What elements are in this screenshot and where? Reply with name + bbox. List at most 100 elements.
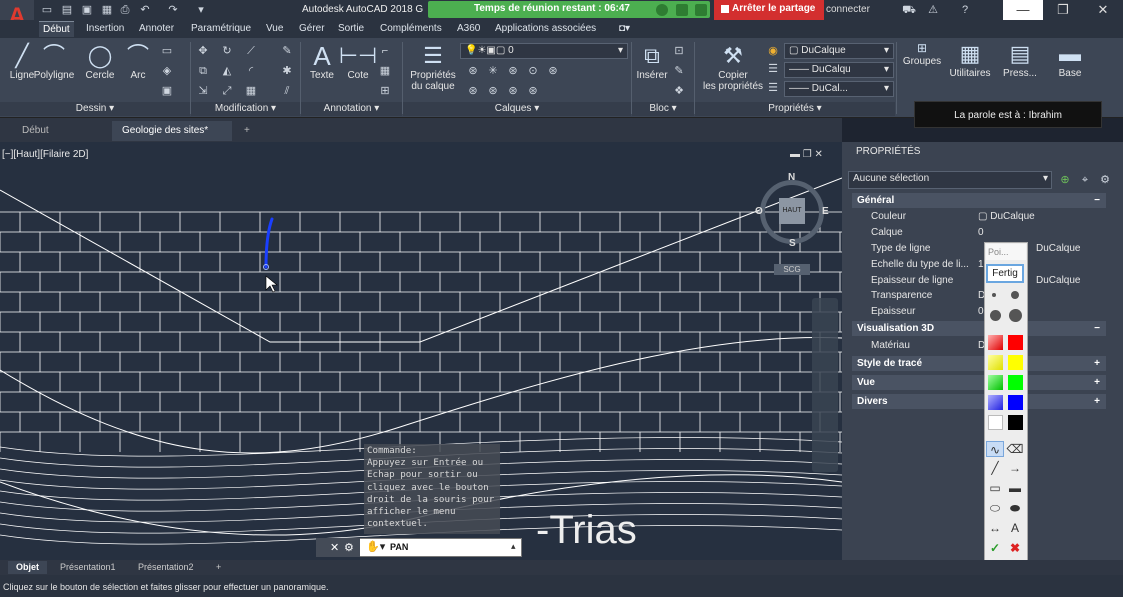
color-swatch-light-yellow[interactable] — [988, 355, 1003, 370]
polyligne-tool[interactable]: ⌒ Polyligne — [32, 42, 76, 81]
ellipse-draw-icon[interactable]: ⬭ — [986, 500, 1004, 516]
redo-icon[interactable]: ↷ — [166, 3, 180, 17]
arrow-draw-icon[interactable]: → — [1006, 460, 1024, 476]
stretch-icon[interactable]: ⇲ — [196, 84, 210, 98]
ucs-dropdown[interactable]: SCG — [774, 264, 810, 275]
rectangle-draw-icon[interactable]: ▭ — [986, 480, 1004, 496]
rectangle-icon[interactable]: ▭ — [160, 44, 174, 58]
help-icon[interactable]: ? — [958, 3, 972, 17]
panel-label-annotation[interactable]: Annotation ▾ — [301, 102, 402, 116]
layer-delete-icon[interactable]: ⊛ — [506, 84, 520, 98]
navigation-bar[interactable] — [812, 298, 838, 472]
section-vue[interactable]: Vue + — [852, 375, 1106, 390]
edit-block-icon[interactable]: ✎ — [672, 64, 686, 78]
cross-icon[interactable]: ✖ — [1006, 540, 1024, 556]
more-options-icon[interactable] — [695, 4, 707, 16]
print-icon[interactable]: ⎙ — [118, 3, 132, 17]
done-button[interactable]: Fertig — [986, 264, 1024, 283]
utilitaires-tool[interactable]: ▦ Utilitaires — [946, 40, 994, 79]
tab-gerer[interactable]: Gérer — [295, 21, 329, 37]
color-swatch-light-blue[interactable] — [988, 395, 1003, 410]
prop-value-epaisseur-ligne[interactable]: DuCalque — [1036, 275, 1080, 286]
layer-state-icon[interactable]: ⊛ — [526, 84, 540, 98]
lineweight-dropdown[interactable]: —— DuCal... ▾ — [784, 81, 894, 97]
compass-east[interactable]: E — [822, 206, 829, 217]
quick-select-icon[interactable]: ⊕ — [1058, 173, 1072, 187]
presse-papiers-tool[interactable]: ▤ Press... — [998, 40, 1042, 79]
color-swatch-yellow[interactable] — [1008, 355, 1023, 370]
panel-label-bloc[interactable]: Bloc ▾ — [632, 102, 694, 116]
mirror-icon[interactable]: ◭ — [220, 64, 234, 78]
color-swatch-light-green[interactable] — [988, 375, 1003, 390]
prop-value-type-ligne[interactable]: DuCalque — [1036, 243, 1080, 254]
command-expand-icon[interactable]: ▴ — [511, 541, 516, 552]
close-command-icon[interactable]: ✕ — [330, 541, 339, 554]
save-as-icon[interactable]: ▦ — [100, 3, 114, 17]
folder-open-icon[interactable]: ▤ — [60, 3, 74, 17]
tab-debut[interactable]: Début — [39, 21, 74, 37]
text-tool-icon[interactable]: A — [1006, 520, 1024, 536]
layer-properties-tool[interactable]: ☰ Propriétés du calque — [408, 42, 458, 92]
line-draw-icon[interactable]: ╱ — [986, 460, 1004, 476]
save-icon[interactable]: ▣ — [80, 3, 94, 17]
section-divers[interactable]: Divers + — [852, 394, 1106, 409]
panel-label-modification[interactable]: Modification ▾ — [191, 102, 300, 116]
double-arrow-icon[interactable]: ↔ — [986, 520, 1004, 536]
tab-complements[interactable]: Compléments — [376, 21, 446, 37]
groupes-tool[interactable]: ⊞ Groupes — [900, 40, 944, 67]
layer-match-icon[interactable]: ⊛ — [546, 64, 560, 78]
tab-sortie[interactable]: Sortie — [334, 21, 368, 37]
move-icon[interactable]: ✥ — [196, 44, 210, 58]
layer-freeze-icon[interactable]: ✳ — [486, 64, 500, 78]
panel-label-calques[interactable]: Calques ▾ — [403, 102, 631, 116]
color-dropdown[interactable]: ▢ DuCalque ▾ — [784, 43, 894, 59]
layer-off-icon[interactable]: ⊛ — [466, 64, 480, 78]
rotate-icon[interactable]: ↻ — [220, 44, 234, 58]
tab-vue[interactable]: Vue — [262, 21, 287, 37]
cote-tool[interactable]: ⊢⊣ Cote — [336, 42, 380, 81]
filled-rectangle-icon[interactable]: ▬ — [1006, 480, 1024, 496]
more-icon[interactable]: ▾ — [194, 3, 208, 17]
wrench-icon[interactable]: ⚙ — [344, 541, 354, 554]
table-icon[interactable]: ▦ — [378, 64, 392, 78]
viewport-window-controls[interactable]: ▬ ❐ ✕ — [790, 149, 823, 160]
compass-south[interactable]: S — [789, 238, 796, 249]
large-dot-size[interactable] — [990, 310, 1001, 321]
small-dot-size[interactable] — [992, 293, 996, 297]
section-general[interactable]: Général − — [852, 193, 1106, 208]
new-tab-button[interactable]: + — [234, 121, 260, 141]
color-swatch-white[interactable] — [988, 415, 1003, 430]
color-swatch-red[interactable] — [1008, 335, 1023, 350]
close-button[interactable]: ✕ — [1083, 0, 1123, 20]
check-circle-icon[interactable] — [656, 4, 668, 16]
tab-insertion[interactable]: Insertion — [82, 21, 128, 37]
selection-dropdown[interactable]: Aucune sélection ▾ — [848, 171, 1052, 189]
checkmark-icon[interactable]: ✓ — [986, 540, 1004, 556]
minimize-button[interactable]: — — [1003, 0, 1043, 20]
freehand-pen-icon[interactable]: ∿ — [986, 441, 1004, 457]
triangle-user-icon[interactable]: ⚠ — [926, 3, 940, 17]
layer-iso-icon[interactable]: ⊛ — [506, 64, 520, 78]
layer-lock-icon[interactable]: ⊙ — [526, 64, 540, 78]
color-swatch-blue[interactable] — [1008, 395, 1023, 410]
tab-more-icon[interactable]: ◘▾ — [615, 21, 634, 37]
linetype-dropdown[interactable]: —— DuCalqu ▾ — [784, 62, 894, 78]
table-grid-icon[interactable]: ⊞ — [378, 84, 392, 98]
leader-icon[interactable]: ⌐ — [378, 44, 392, 58]
match-properties-tool[interactable]: ⚒ Copier les propriétés — [700, 42, 766, 92]
compass-west[interactable]: O — [755, 206, 763, 217]
copy-icon[interactable]: ⧉ — [196, 64, 210, 78]
viewport-controls-label[interactable]: [−][Haut][Filaire 2D] — [2, 149, 88, 160]
select-objects-icon[interactable]: ⌖ — [1078, 173, 1092, 187]
xlarge-dot-size[interactable] — [1009, 309, 1022, 322]
command-input[interactable]: PAN — [390, 542, 408, 552]
trim-icon[interactable]: ⟋ — [244, 44, 258, 58]
layout-tab-objet[interactable]: Objet — [8, 561, 48, 574]
tab-annoter[interactable]: Annoter — [135, 21, 178, 37]
prop-value-echelle[interactable]: 1 — [978, 259, 984, 270]
medium-dot-size[interactable] — [1011, 291, 1019, 299]
toggle-pickadd-icon[interactable]: ⚙ — [1098, 173, 1112, 187]
folder-new-icon[interactable]: ▭ — [40, 3, 54, 17]
add-layout-button[interactable]: + — [208, 561, 229, 574]
explode-icon[interactable]: ✱ — [280, 64, 294, 78]
